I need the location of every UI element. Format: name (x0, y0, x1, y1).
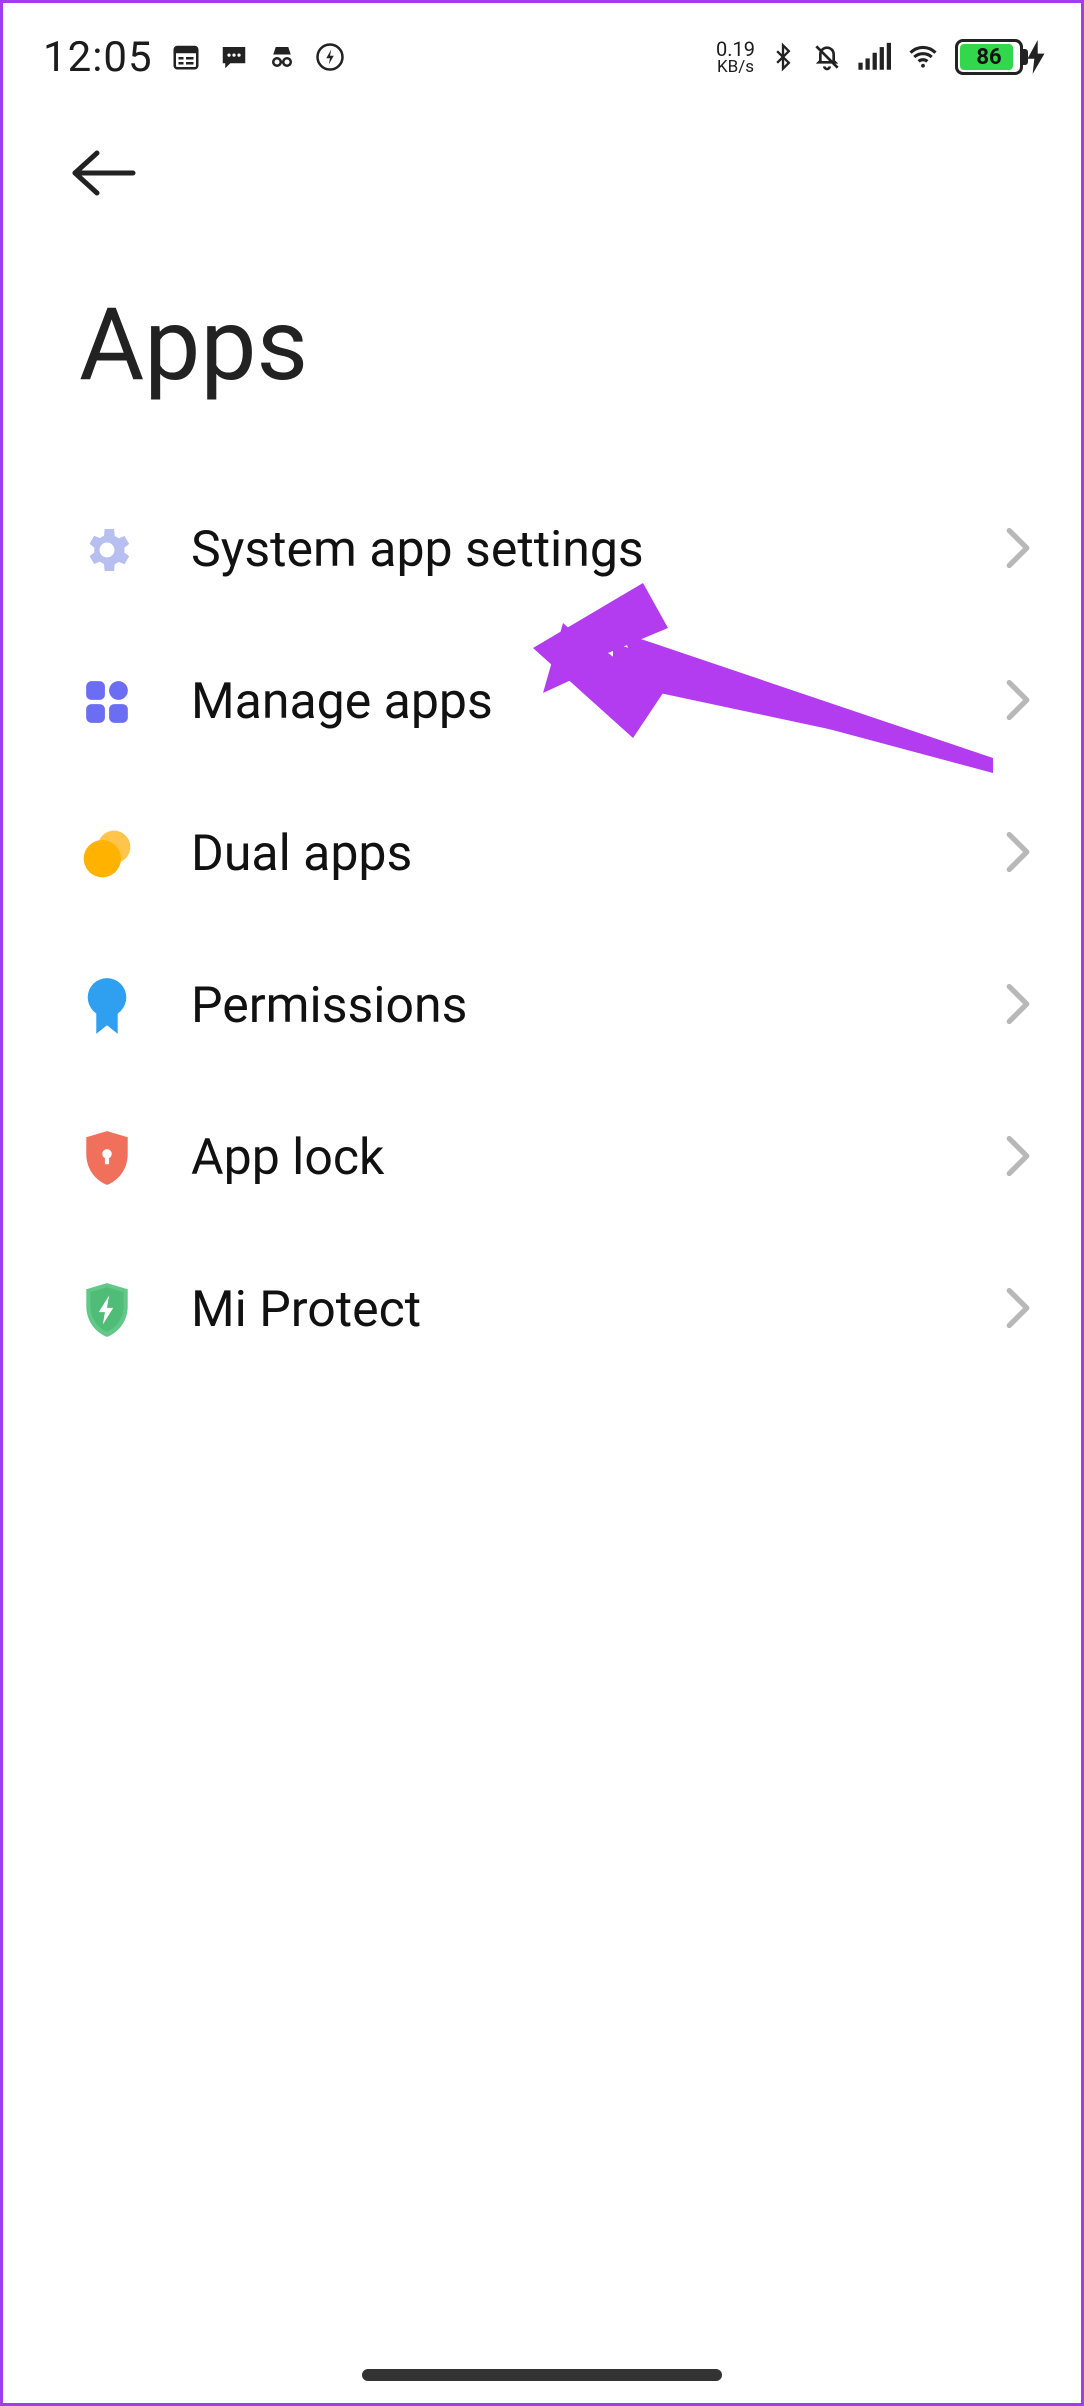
item-manage-apps[interactable]: Manage apps (3, 626, 1081, 778)
wifi-icon (905, 42, 941, 72)
shield-bolt-icon (75, 1278, 139, 1342)
chevron-right-icon (1005, 983, 1031, 1029)
status-right: 0.19 KB/s 86 (716, 39, 1045, 76)
item-label: Permissions (191, 977, 953, 1035)
dual-circles-icon (75, 822, 139, 886)
dnd-bell-icon (811, 41, 843, 73)
item-label: Mi Protect (191, 1281, 953, 1339)
apps-grid-icon (75, 670, 139, 734)
item-system-app-settings[interactable]: System app settings (3, 474, 1081, 626)
status-bar: 12:05 0.19 KB/s (3, 3, 1081, 93)
item-permissions[interactable]: Permissions (3, 930, 1081, 1082)
chevron-right-icon (1005, 679, 1031, 725)
settings-list: System app settings Manage apps Dual (3, 474, 1081, 1386)
item-label: System app settings (191, 521, 953, 579)
status-left: 12:05 (43, 33, 345, 82)
item-mi-protect[interactable]: Mi Protect (3, 1234, 1081, 1386)
battery-indicator: 86 (955, 39, 1045, 75)
incognito-icon (267, 42, 297, 72)
ribbon-badge-icon (75, 974, 139, 1038)
back-button[interactable] (67, 143, 141, 203)
gear-icon (75, 518, 139, 582)
item-label: Manage apps (191, 673, 953, 731)
calendar-icon (171, 42, 201, 72)
chevron-right-icon (1005, 527, 1031, 573)
shield-lock-icon (75, 1126, 139, 1190)
network-speed: 0.19 KB/s (716, 39, 755, 76)
status-time: 12:05 (43, 33, 153, 82)
bluetooth-icon (769, 40, 797, 74)
item-app-lock[interactable]: App lock (3, 1082, 1081, 1234)
chevron-right-icon (1005, 1287, 1031, 1333)
chevron-right-icon (1005, 831, 1031, 877)
page-title: Apps (3, 207, 1081, 474)
charging-bolt-icon (1027, 40, 1045, 74)
chevron-right-icon (1005, 1135, 1031, 1181)
home-indicator[interactable] (362, 2369, 722, 2381)
item-label: App lock (191, 1129, 953, 1187)
signal-icon (857, 42, 891, 72)
item-dual-apps[interactable]: Dual apps (3, 778, 1081, 930)
sms-icon (219, 42, 249, 72)
item-label: Dual apps (191, 825, 953, 883)
bolt-circle-icon (315, 42, 345, 72)
